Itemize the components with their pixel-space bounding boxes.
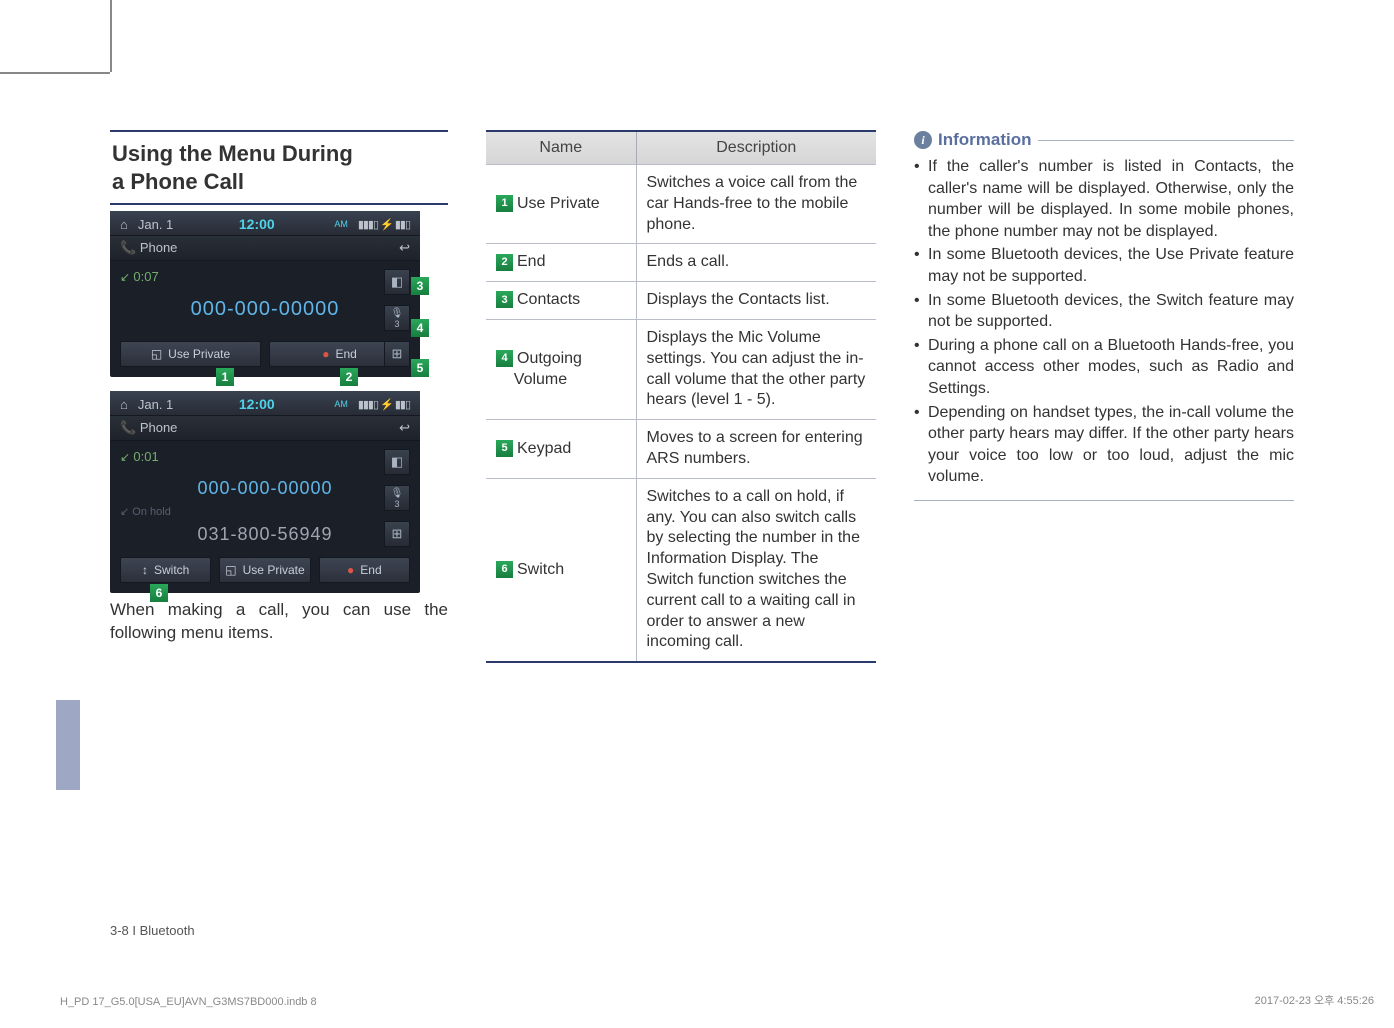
ss2-time: 12:00 xyxy=(239,396,275,412)
mic-icon: 🎙3 xyxy=(384,485,410,511)
home-icon: ⌂ xyxy=(120,217,128,232)
list-item: Depending on handset types, the in-call … xyxy=(914,402,1294,488)
ss2-statusbar: ⌂ Jan. 1 12:00 AM ▮▮▮▯ ⚡ ▮▮▯ xyxy=(110,391,420,415)
callout-2: 2 xyxy=(340,368,358,386)
column-2: Name Description 1Use Private Switches a… xyxy=(486,130,876,663)
th-name: Name xyxy=(486,131,636,165)
ss2-side-icons: ◧ 🎙3 ⊞ xyxy=(384,449,410,547)
callout-4: 4 xyxy=(411,319,429,337)
callout-3: 3 xyxy=(411,277,429,295)
ss2-number1: 000-000-00000 xyxy=(120,478,410,499)
ss2-body: 0:01 000-000-00000 ↙ On hold 031-800-569… xyxy=(110,441,420,593)
info-heading: i Information xyxy=(914,130,1294,150)
tag-6: 6 xyxy=(496,561,513,578)
callout-5: 5 xyxy=(411,359,429,377)
table-row: 3Contacts Displays the Contacts list. xyxy=(486,282,876,320)
row-desc: Switches a voice call from the car Hands… xyxy=(636,165,876,244)
tag-2: 2 xyxy=(496,254,513,271)
screenshot-2: ⌂ Jan. 1 12:00 AM ▮▮▮▯ ⚡ ▮▮▯ 📞 Phone ↩ 0… xyxy=(110,391,420,593)
table-row: 4Outgoing Volume Displays the Mic Volume… xyxy=(486,319,876,419)
contacts-icon: ◧ xyxy=(384,269,410,295)
ss1-time: 12:00 xyxy=(239,216,275,232)
tag-5: 5 xyxy=(496,440,513,457)
row-desc: Switches to a call on hold, if any. You … xyxy=(636,478,876,662)
column-1: Using the Menu During a Phone Call ⌂ Jan… xyxy=(110,130,448,663)
ss1-duration: 0:07 xyxy=(120,269,410,284)
section-title-l1: Using the Menu During xyxy=(112,141,353,166)
tag-4: 4 xyxy=(496,350,513,367)
home-icon: ⌂ xyxy=(120,397,128,412)
ss2-onhold: ↙ On hold xyxy=(120,505,410,518)
print-mark-right: 2017-02-23 오후 4:55:26 xyxy=(1255,992,1374,1008)
ss1-body: 0:07 000-000-00000 ◱Use Private ●End ◧ 🎙… xyxy=(110,261,420,377)
signal-icon: ▮▮▮▯ ⚡ ▮▮▯ xyxy=(358,218,410,231)
row-name: Use Private xyxy=(517,195,600,212)
signal-icon: ▮▮▮▯ ⚡ ▮▮▯ xyxy=(358,398,410,411)
description-table: Name Description 1Use Private Switches a… xyxy=(486,130,876,663)
ss2-date: Jan. 1 xyxy=(138,397,173,412)
callout-1: 1 xyxy=(216,368,234,386)
ss2-number2: 031-800-56949 xyxy=(120,524,410,545)
body-text: When making a call, you can use the foll… xyxy=(110,599,448,645)
screenshot-1: ⌂ Jan. 1 12:00 AM ▮▮▮▯ ⚡ ▮▮▯ 📞 Phone ↩ 0… xyxy=(110,211,420,377)
contacts-icon: ◧ xyxy=(384,449,410,475)
ss1-use-private-button: ◱Use Private xyxy=(120,341,261,367)
ss2-duration: 0:01 xyxy=(120,449,410,464)
info-list: If the caller's number is listed in Cont… xyxy=(914,156,1294,501)
table-row: 1Use Private Switches a voice call from … xyxy=(486,165,876,244)
column-3: i Information If the caller's number is … xyxy=(914,130,1294,663)
list-item: In some Bluetooth devices, the Switch fe… xyxy=(914,290,1294,333)
keypad-icon: ⊞ xyxy=(384,341,410,367)
page-footer: 3-8 I Bluetooth xyxy=(110,923,195,938)
section-title: Using the Menu During a Phone Call xyxy=(110,130,448,205)
ss2-breadcrumb: 📞 Phone ↩ xyxy=(110,415,420,441)
row-desc: Ends a call. xyxy=(636,244,876,282)
row-name: Contacts xyxy=(517,291,580,308)
mic-icon: 🎙3 xyxy=(384,305,410,331)
ss1-phone-label: 📞 Phone xyxy=(120,240,177,256)
row-desc: Displays the Contacts list. xyxy=(636,282,876,320)
callout-6: 6 xyxy=(150,584,168,602)
info-icon: i xyxy=(914,131,932,149)
ss1-side-icons: ◧ 🎙3 ⊞ xyxy=(384,269,410,367)
print-mark-left: H_PD 17_G5.0[USA_EU]AVN_G3MS7BD000.indb … xyxy=(60,996,317,1008)
row-name: Keypad xyxy=(517,440,571,457)
ss2-end-button: ●End xyxy=(319,557,410,583)
ss2-switch-button: ↕Switch xyxy=(120,557,211,583)
row-desc: Displays the Mic Volume settings. You ca… xyxy=(636,319,876,419)
table-row: 2End Ends a call. xyxy=(486,244,876,282)
tag-3: 3 xyxy=(496,291,513,308)
section-title-l2: a Phone Call xyxy=(112,169,244,194)
list-item: In some Bluetooth devices, the Use Priva… xyxy=(914,244,1294,287)
ss1-number: 000-000-00000 xyxy=(120,298,410,321)
info-title: Information xyxy=(938,130,1032,150)
ss1-breadcrumb: 📞 Phone ↩ xyxy=(110,235,420,261)
page-content: Using the Menu During a Phone Call ⌂ Jan… xyxy=(0,0,1394,703)
row-name: End xyxy=(517,253,545,270)
page-tab-marker xyxy=(56,700,80,790)
table-row: 5Keypad Moves to a screen for entering A… xyxy=(486,420,876,479)
ss2-use-private-button: ◱Use Private xyxy=(219,557,310,583)
keypad-icon: ⊞ xyxy=(384,521,410,547)
page-border-horizontal xyxy=(0,72,110,74)
row-name: Switch xyxy=(517,561,564,578)
back-icon: ↩ xyxy=(399,240,410,256)
list-item: During a phone call on a Bluetooth Hands… xyxy=(914,335,1294,400)
ss1-date: Jan. 1 xyxy=(138,217,173,232)
ss1-statusbar: ⌂ Jan. 1 12:00 AM ▮▮▮▯ ⚡ ▮▮▯ xyxy=(110,211,420,235)
tag-1: 1 xyxy=(496,195,513,212)
ss2-ampm: AM xyxy=(334,399,348,409)
back-icon: ↩ xyxy=(399,420,410,436)
th-desc: Description xyxy=(636,131,876,165)
row-desc: Moves to a screen for entering ARS numbe… xyxy=(636,420,876,479)
page-border-vertical xyxy=(110,0,112,72)
list-item: If the caller's number is listed in Cont… xyxy=(914,156,1294,242)
ss1-ampm: AM xyxy=(334,219,348,229)
table-row: 6Switch Switches to a call on hold, if a… xyxy=(486,478,876,662)
ss2-phone-label: 📞 Phone xyxy=(120,420,177,436)
info-rule xyxy=(1038,140,1295,141)
